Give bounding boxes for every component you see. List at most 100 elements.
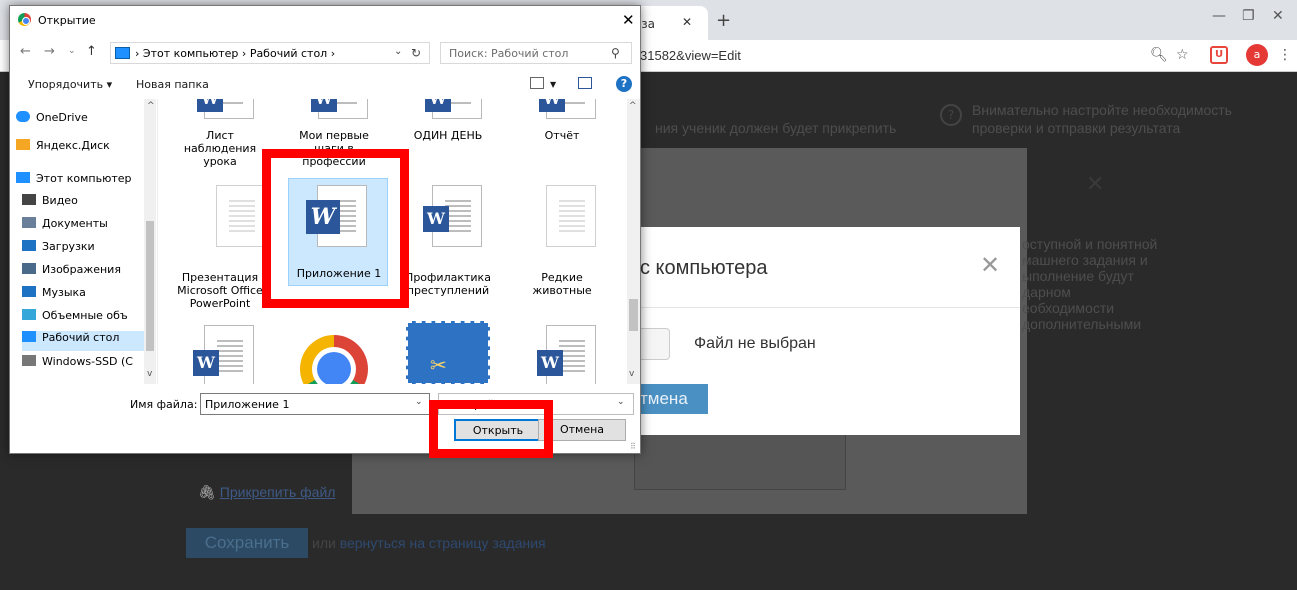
nav-item-downloads[interactable]: Загрузки: [22, 240, 162, 260]
save-button[interactable]: Сохранить: [186, 528, 308, 558]
help-circle-icon: ?: [940, 104, 962, 126]
nav-item-yandex-disk[interactable]: Яндекс.Диск: [16, 139, 156, 159]
nav-item-images[interactable]: Изображения: [22, 263, 162, 283]
view-options-icon[interactable]: [530, 77, 544, 89]
extension-icon[interactable]: U: [1210, 46, 1228, 64]
bookmark-star-icon[interactable]: ☆: [1176, 47, 1189, 63]
attach-file-link[interactable]: 🖇︎ Прикрепить файл: [198, 484, 335, 501]
file-item[interactable]: [284, 321, 384, 384]
nav-item-music[interactable]: Музыка: [22, 286, 162, 306]
upload-modal-title: с компьютера: [640, 257, 768, 279]
nav-item-label: Яндекс.Диск: [36, 139, 110, 152]
nav-item-3d-objects[interactable]: Объемные объ: [22, 309, 146, 329]
breadcrumb-desktop[interactable]: Рабочий стол: [250, 47, 327, 60]
snipping-tool-icon: ✂: [406, 321, 490, 384]
dialog-titlebar[interactable]: Открытие ✕: [10, 6, 640, 34]
file-item[interactable]: W Отчёт: [512, 99, 612, 173]
window-close-icon[interactable]: ✕: [1272, 8, 1284, 24]
nav-item-onedrive[interactable]: OneDrive: [16, 111, 156, 131]
music-icon: [22, 286, 36, 297]
up-arrow-icon[interactable]: ↑: [86, 44, 97, 59]
file-item[interactable]: W Лист наблюдения урока: [170, 99, 270, 173]
restore-icon[interactable]: ❐: [1242, 8, 1255, 24]
file-type-dropdown-icon[interactable]: ⌄: [617, 397, 625, 407]
file-item[interactable]: ✂: [398, 321, 498, 384]
filename-input[interactable]: Приложение 1 ⌄: [200, 393, 430, 415]
file-item[interactable]: W ОДИН ДЕНЬ: [398, 99, 498, 173]
choose-file-button[interactable]: [640, 328, 670, 360]
nav-scroll-up-icon[interactable]: ^: [147, 101, 155, 111]
nav-item-video[interactable]: Видео: [22, 194, 162, 214]
recent-dropdown-icon[interactable]: ⌄: [68, 46, 76, 56]
nav-item-documents[interactable]: Документы: [22, 217, 162, 237]
attach-file-label: Прикрепить файл: [219, 484, 336, 500]
new-tab-button[interactable]: +: [716, 10, 731, 31]
files-scroll-thumb[interactable]: [629, 299, 638, 331]
word-doc-icon: W: [197, 99, 254, 119]
filename-dropdown-icon[interactable]: ⌄: [415, 397, 423, 407]
highlight-selected-file: [262, 149, 409, 308]
word-doc-icon: W: [537, 325, 596, 384]
file-label: Лист наблюдения урока: [183, 129, 257, 168]
avatar[interactable]: a: [1246, 44, 1268, 66]
new-folder-button[interactable]: Новая папка: [136, 78, 209, 91]
highlight-open-button: [429, 400, 553, 458]
dialog-nav-row: ← → ⌄ ↑ › Этот компьютер › Рабочий стол …: [10, 40, 640, 66]
word-doc-icon: W: [539, 99, 596, 119]
computer-icon: [115, 47, 130, 59]
documents-icon: [22, 217, 36, 228]
file-item[interactable]: W: [512, 321, 612, 384]
word-doc-icon: W: [423, 185, 482, 247]
menu-kebab-icon[interactable]: ⋮: [1278, 47, 1292, 63]
word-doc-icon: W: [425, 99, 482, 119]
outer-modal-close-icon[interactable]: ✕: [1086, 172, 1104, 197]
nav-item-label: Windows-SSD (C: [42, 355, 133, 368]
back-link[interactable]: вернуться на страницу задания: [340, 535, 546, 551]
organize-button[interactable]: Упорядочить ▾: [28, 78, 112, 91]
side-text-3: дарном: [1022, 284, 1071, 300]
path-dropdown-icon[interactable]: ⌄: [394, 46, 402, 57]
files-scroll-down-icon[interactable]: v: [629, 369, 634, 379]
forward-arrow-icon[interactable]: →: [44, 44, 55, 59]
zoom-icon[interactable]: 🔍︎: [1150, 47, 1168, 63]
help-icon[interactable]: ?: [616, 76, 632, 92]
address-path[interactable]: › Этот компьютер › Рабочий стол › ⌄ ↻: [110, 42, 430, 64]
preview-pane-icon[interactable]: [578, 77, 592, 89]
nav-item-desktop[interactable]: Рабочий стол: [22, 331, 144, 351]
file-item[interactable]: W: [170, 321, 270, 384]
resize-grip-icon[interactable]: ⠿: [630, 442, 636, 451]
nav-scroll-down-icon[interactable]: v: [147, 369, 152, 379]
nav-item-label: Объемные объ: [42, 309, 128, 322]
dialog-close-icon[interactable]: ✕: [622, 11, 635, 29]
files-scroll-up-icon[interactable]: ^: [629, 101, 637, 111]
search-input[interactable]: Поиск: Рабочий стол ⚲: [440, 42, 632, 64]
file-item[interactable]: Редкие животные: [512, 179, 612, 309]
images-icon: [22, 263, 36, 274]
upload-modal-close-icon[interactable]: ✕: [980, 251, 1000, 279]
filename-label: Имя файла:: [130, 398, 198, 411]
nav-item-label: Видео: [42, 194, 78, 207]
file-item[interactable]: Презентация Microsoft Office PowerPoint: [170, 179, 270, 310]
tab-close-icon[interactable]: ✕: [682, 15, 692, 29]
minimize-icon[interactable]: —: [1212, 8, 1226, 24]
file-label: Презентация Microsoft Office PowerPoint: [177, 271, 263, 310]
nav-item-this-pc[interactable]: Этот компьютер: [16, 172, 156, 192]
breadcrumb-pc[interactable]: Этот компьютер: [143, 47, 239, 60]
back-text: или вернуться на страницу задания: [312, 535, 546, 551]
upload-cancel-button[interactable]: тмена: [640, 384, 708, 414]
upload-modal: с компьютера ✕ Файл не выбран тмена: [640, 227, 1020, 435]
file-item[interactable]: W Профилактика преступлений: [398, 179, 498, 309]
nav-item-label: Загрузки: [42, 240, 95, 253]
nav-item-windows-ssd[interactable]: Windows-SSD (C: [22, 355, 144, 375]
files-scrollbar[interactable]: [627, 99, 640, 384]
nav-item-label: Этот компьютер: [36, 172, 132, 185]
view-dropdown-icon[interactable]: ▼: [550, 80, 556, 89]
url-text[interactable]: 31582&view=Edit: [640, 48, 741, 63]
filename-value: Приложение 1: [205, 398, 290, 411]
computer-icon: [16, 172, 30, 183]
refresh-icon[interactable]: ↻: [411, 46, 421, 60]
nav-item-label: Рабочий стол: [42, 331, 120, 344]
side-text-5: дополнительными: [1022, 316, 1142, 332]
dialog-title: Открытие: [38, 14, 96, 27]
back-arrow-icon[interactable]: ←: [20, 44, 31, 59]
